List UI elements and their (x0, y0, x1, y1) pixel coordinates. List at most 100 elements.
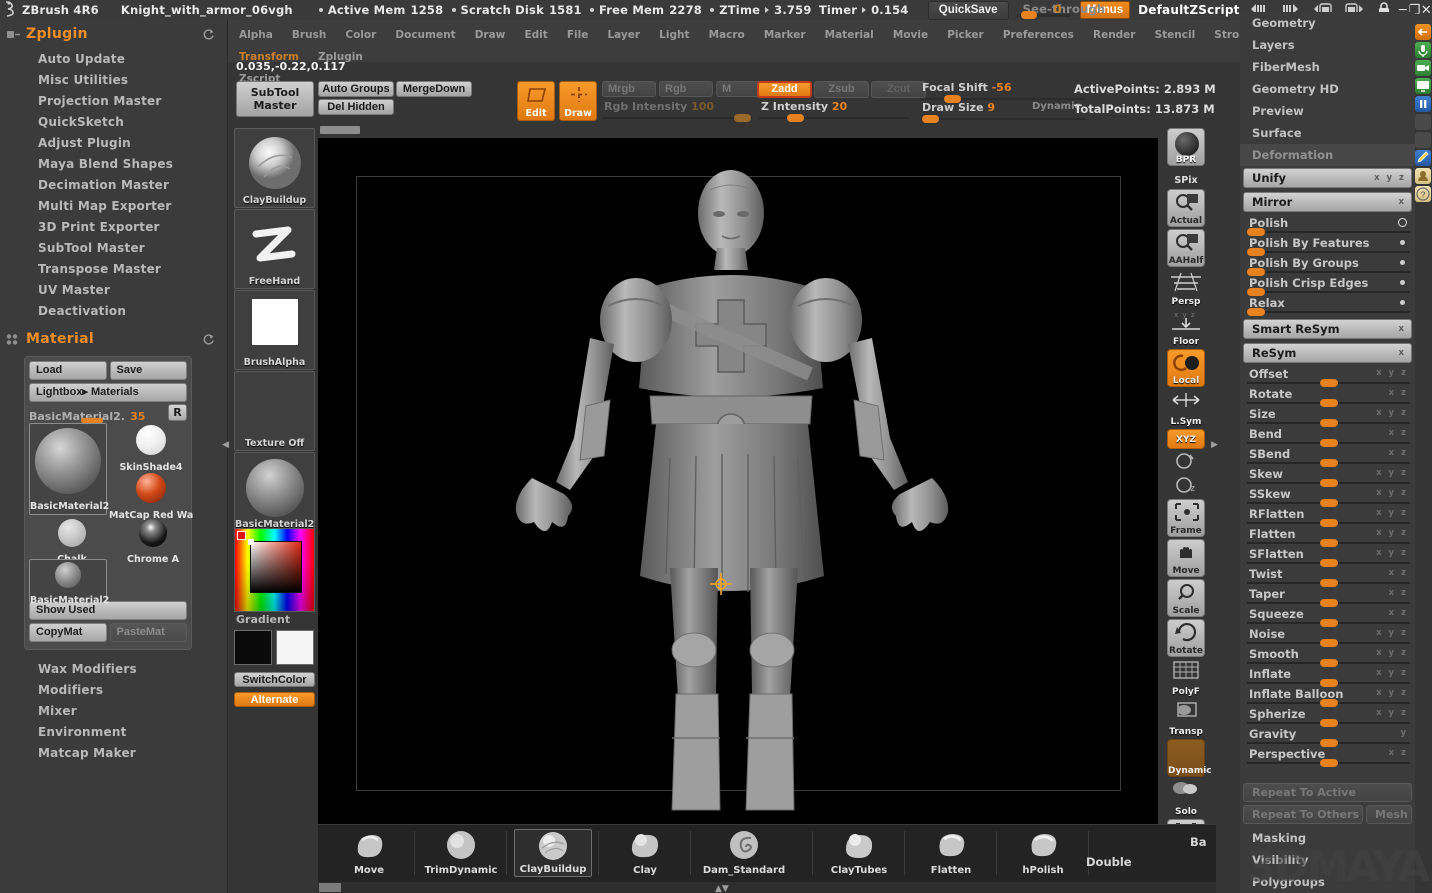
noise-slider[interactable]: Noise x y z (1243, 627, 1412, 647)
polyf-button[interactable]: PolyF (1167, 659, 1205, 697)
slider-axes[interactable]: x z (1389, 748, 1408, 758)
slider-knob[interactable] (1320, 719, 1338, 727)
material-swatch-chrome-a[interactable]: Chrome A (115, 517, 191, 565)
slider-knob[interactable] (1320, 679, 1338, 687)
current-brush-chip[interactable]: ClayBuildup (234, 128, 315, 208)
slider-axes[interactable]: x y z (1376, 368, 1408, 378)
slider-knob[interactable] (1320, 399, 1338, 407)
slider-knob[interactable] (1320, 579, 1338, 587)
material-item-matcap-maker[interactable]: Matcap Maker (0, 742, 227, 763)
slider-knob[interactable] (1320, 419, 1338, 427)
relax-slider[interactable]: Relax (1243, 296, 1412, 316)
bend-slider[interactable]: Bend x z (1243, 427, 1412, 447)
edit-button[interactable]: Edit (517, 81, 555, 121)
polish-crisp-edges-slider[interactable]: Polish Crisp Edges (1243, 276, 1412, 296)
menu-file[interactable]: File (561, 26, 595, 44)
menu-movie[interactable]: Movie (887, 26, 934, 44)
taper-slider[interactable]: Taper x z (1243, 587, 1412, 607)
rflatten-slider[interactable]: RFlatten x y z (1243, 507, 1412, 527)
solo-button[interactable]: Solo (1167, 779, 1205, 817)
zplugin-item-maya-blend-shapes[interactable]: Maya Blend Shapes (0, 153, 227, 174)
slider-knob[interactable] (1320, 519, 1338, 527)
mirror-button[interactable]: Mirror x (1243, 192, 1412, 212)
slider-knob[interactable] (1320, 499, 1338, 507)
sbend-slider[interactable]: SBend x z (1243, 447, 1412, 467)
offset-slider[interactable]: Offset x y z (1243, 367, 1412, 387)
zadd-button[interactable]: Zadd (757, 81, 812, 98)
slider-knob[interactable] (1247, 288, 1265, 296)
menu-marker[interactable]: Marker (758, 26, 812, 44)
menu-draw[interactable]: Draw (469, 26, 512, 44)
actual-button[interactable]: Actual (1167, 189, 1205, 227)
zplugin-item-quicksketch[interactable]: QuickSketch (0, 111, 227, 132)
slider-knob[interactable] (787, 114, 804, 122)
rgb-button[interactable]: Rgb (659, 81, 713, 97)
mergedown-button[interactable]: MergeDown (396, 81, 472, 97)
slider-axes[interactable]: x z (1389, 388, 1408, 398)
tool-section-geometry[interactable]: Geometry (1240, 12, 1415, 34)
refresh-icon[interactable] (202, 27, 215, 40)
back-arrow-icon[interactable] (1415, 24, 1431, 40)
zplugin-item-multi-map-exporter[interactable]: Multi Map Exporter (0, 195, 227, 216)
lightbox-materials-button[interactable]: Lightbox▸ Materials (29, 383, 187, 402)
persp-button[interactable]: Persp (1167, 269, 1205, 307)
slider-axes[interactable]: x y z (1376, 408, 1408, 418)
sskew-slider[interactable]: SSkew x y z (1243, 487, 1412, 507)
slider-axes[interactable]: y (1400, 728, 1408, 738)
unify-axes[interactable]: x y z (1374, 171, 1406, 185)
brush-hpolish[interactable]: hPolish (1004, 829, 1082, 877)
brush-flatten[interactable]: Flatten (912, 829, 990, 877)
xyz-button[interactable]: XYZ (1167, 429, 1205, 449)
slider-axes[interactable]: x y z (1376, 708, 1408, 718)
menu-picker[interactable]: Picker (941, 26, 990, 44)
smooth-slider[interactable]: Smooth x y z (1243, 647, 1412, 667)
gradient-label[interactable]: Gradient (236, 613, 290, 626)
zplugin-item-3d-print-exporter[interactable]: 3D Print Exporter (0, 216, 227, 237)
material-swatch-chalk[interactable]: Chalk (37, 517, 107, 565)
draw-button[interactable]: Draw (559, 81, 597, 121)
material-swatch-matcap-red-wax[interactable]: MatCap Red Wa (109, 471, 193, 521)
slider-axes[interactable]: x y z (1376, 528, 1408, 538)
slider-axes[interactable]: x y z (1376, 668, 1408, 678)
slider-knob[interactable] (1320, 619, 1338, 627)
video-camera-icon[interactable] (1415, 60, 1431, 76)
menu-document[interactable]: Document (389, 26, 461, 44)
menu-color[interactable]: Color (339, 26, 382, 44)
slider-knob[interactable] (1320, 659, 1338, 667)
polish-slider[interactable]: Polish (1243, 216, 1412, 236)
back-label[interactable]: Ba (1190, 835, 1207, 849)
transp-button[interactable]: Transp (1167, 699, 1205, 737)
menu-edit[interactable]: Edit (518, 26, 553, 44)
auto-groups-button[interactable]: Auto Groups (318, 81, 394, 97)
smart-resym-button[interactable]: Smart ReSym x (1243, 319, 1412, 339)
focal-shift-slider[interactable]: Focal Shift -56 (920, 81, 1085, 103)
zplugin-item-misc-utilities[interactable]: Misc Utilities (0, 69, 227, 90)
sflatten-slider[interactable]: SFlatten x y z (1243, 547, 1412, 567)
current-stroke-chip[interactable]: FreeHand (234, 209, 315, 289)
menu-macro[interactable]: Macro (703, 26, 751, 44)
menu-alpha[interactable]: Alpha (233, 26, 279, 44)
slider-axes[interactable]: x y z (1376, 548, 1408, 558)
bpr-button[interactable]: BPR (1167, 128, 1205, 166)
slider-knob[interactable] (1320, 639, 1338, 647)
menu-brush[interactable]: Brush (286, 26, 332, 44)
current-material-chip[interactable]: BasicMaterial2 (234, 452, 315, 532)
frame-button[interactable]: Frame (1167, 499, 1205, 537)
rotate-slider[interactable]: Rotate x z (1243, 387, 1412, 407)
dot-icon[interactable] (1400, 240, 1405, 245)
current-texture-chip[interactable]: Texture Off (234, 371, 315, 451)
drag-grip-icon[interactable] (6, 27, 22, 41)
see-through-slider[interactable]: See-through 0 (1016, 1, 1105, 19)
menu-layer[interactable]: Layer (601, 26, 646, 44)
skew-slider[interactable]: Skew x y z (1243, 467, 1412, 487)
primary-color-swatch[interactable] (234, 630, 272, 665)
color-picker-field[interactable] (250, 541, 302, 593)
quicksave-button[interactable]: QuickSave (927, 0, 1009, 20)
zplugin-item-uv-master[interactable]: UV Master (0, 279, 227, 300)
mirror-axes[interactable]: x (1399, 195, 1406, 209)
slider-knob[interactable] (734, 114, 751, 122)
brush-claybuildup[interactable]: ClayBuildup (514, 829, 592, 877)
slider-axes[interactable]: x z (1389, 608, 1408, 618)
scrollbar-thumb[interactable] (319, 883, 341, 892)
monitor-icon[interactable] (1415, 78, 1431, 94)
